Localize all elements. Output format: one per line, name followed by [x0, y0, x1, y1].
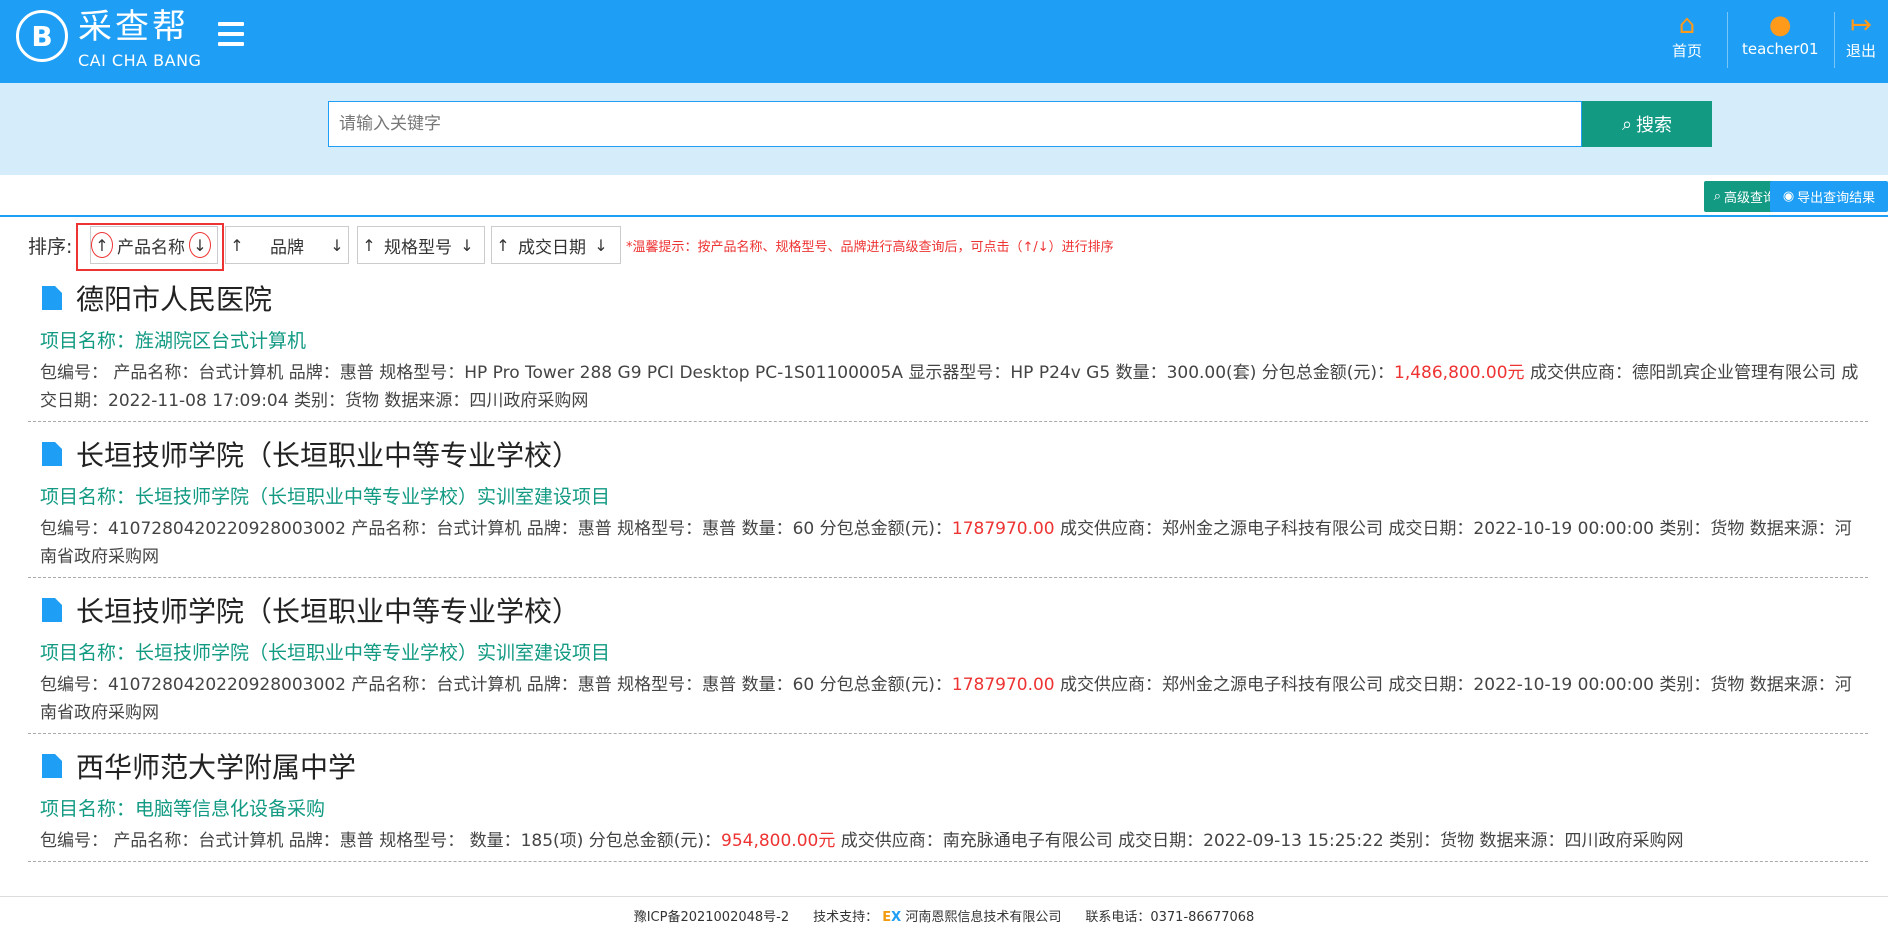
nav-divider: [1834, 12, 1835, 68]
search-button-label: 搜索: [1636, 115, 1673, 135]
result-project-link[interactable]: 项目名称：旌湖院区台式计算机: [40, 326, 1868, 353]
document-icon: [42, 754, 62, 778]
nav-home[interactable]: ⌂ 首页: [1672, 10, 1702, 61]
search-input[interactable]: [328, 101, 1582, 147]
export-results-label: 导出查询结果: [1797, 191, 1876, 206]
result-list: 德阳市人民医院 项目名称：旌湖院区台式计算机 包编号： 产品名称：台式计算机 品…: [28, 278, 1868, 874]
deal-amount: 1787970.00: [951, 519, 1055, 539]
result-detail: 包编号： 产品名称：台式计算机 品牌：惠普 规格型号：HP Pro Tower …: [28, 359, 1868, 415]
tech-support-label: 技术支持：: [813, 909, 879, 925]
result-detail: 包编号：4107280420220928003002 产品名称：台式计算机 品牌…: [28, 671, 1868, 727]
sort-option-label: 产品名称: [117, 237, 185, 258]
logout-icon: ↦: [1850, 10, 1872, 40]
sort-desc-icon[interactable]: ↓: [590, 234, 612, 256]
user-icon: ●: [1768, 10, 1792, 40]
sort-spec-model[interactable]: ↑ 规格型号 ↓: [357, 226, 485, 264]
result-detail: 包编号： 产品名称：台式计算机 品牌：惠普 规格型号： 数量：185(项) 分包…: [28, 827, 1868, 855]
advanced-query-label: 高级查询: [1723, 191, 1776, 206]
search-icon: ⌕: [1713, 189, 1721, 204]
result-title[interactable]: 西华师范大学附属中学: [76, 746, 356, 786]
company-name: 河南恩熙信息技术有限公司: [905, 909, 1062, 925]
sort-option-label: 成交日期: [518, 237, 586, 258]
sort-asc-icon[interactable]: ↑: [358, 234, 380, 256]
nav-divider: [1727, 12, 1728, 68]
sort-asc-icon[interactable]: ↑: [226, 234, 248, 256]
detail-text: 成交供应商：南充脉通电子有限公司 成交日期：2022-09-13 15:25:2…: [835, 831, 1684, 851]
sort-desc-icon[interactable]: ↓: [456, 234, 478, 256]
deal-amount: 954,800.00元: [721, 831, 836, 851]
brand-logo-icon[interactable]: B: [16, 10, 68, 62]
tech-support: 技术支持： EX 河南恩熙信息技术有限公司: [813, 906, 1061, 925]
export-results-button[interactable]: ◉ 导出查询结果: [1770, 181, 1888, 212]
result-project-link[interactable]: 项目名称：电脑等信息化设备采购: [40, 794, 1868, 821]
contact-phone: 联系电话：0371-86677068: [1085, 909, 1255, 925]
sort-product-name[interactable]: ↑ 产品名称 ↓: [90, 226, 218, 264]
search-icon: ⌕: [1621, 113, 1633, 134]
company-logo-icon: EX: [882, 909, 902, 925]
list-item: 长垣技师学院（长垣职业中等专业学校） 项目名称：长垣技师学院（长垣职业中等专业学…: [28, 434, 1868, 578]
detail-text: 包编号：4107280420220928003002 产品名称：台式计算机 品牌…: [40, 519, 952, 539]
sort-label: 排序:: [28, 236, 73, 258]
brand-name-cn: 采查帮: [78, 7, 189, 47]
result-title[interactable]: 长垣技师学院（长垣职业中等专业学校）: [76, 434, 580, 474]
nav-user[interactable]: ● teacher01: [1742, 10, 1819, 58]
sort-tip: *温馨提示：按产品名称、规格型号、品牌进行高级查询后，可点击（↑/↓）进行排序: [626, 240, 1114, 255]
nav-logout-label: 退出: [1846, 42, 1877, 60]
sort-option-label: 品牌: [270, 237, 304, 258]
icp-license[interactable]: 豫ICP备2021002048号-2: [634, 906, 789, 925]
result-detail: 包编号：4107280420220928003002 产品名称：台式计算机 品牌…: [28, 515, 1868, 571]
brand-name-en: CAI CHA BANG: [78, 51, 202, 70]
sort-desc-icon[interactable]: ↓: [326, 234, 348, 256]
result-project-link[interactable]: 项目名称：长垣技师学院（长垣职业中等专业学校）实训室建设项目: [40, 482, 1868, 509]
top-navbar: B 采查帮 CAI CHA BANG ⌂ 首页 ● teacher01 ↦ 退出: [0, 0, 1888, 83]
document-icon: [42, 598, 62, 622]
sort-brand[interactable]: ↑ 品牌 ↓: [225, 226, 349, 264]
nav-logout[interactable]: ↦ 退出: [1846, 10, 1876, 61]
sort-desc-icon[interactable]: ↓: [189, 232, 211, 258]
sort-asc-icon[interactable]: ↑: [91, 232, 113, 258]
sort-option-label: 规格型号: [384, 237, 452, 258]
search-band: ⌕ 搜索: [0, 83, 1888, 175]
hamburger-menu-icon[interactable]: [218, 22, 244, 46]
sort-asc-icon[interactable]: ↑: [492, 234, 514, 256]
result-title[interactable]: 长垣技师学院（长垣职业中等专业学校）: [76, 590, 580, 630]
list-item: 西华师范大学附属中学 项目名称：电脑等信息化设备采购 包编号： 产品名称：台式计…: [28, 746, 1868, 862]
result-toolbar: ⌕ 高级查询 ◉ 导出查询结果: [0, 175, 1888, 217]
nav-user-label: teacher01: [1742, 40, 1819, 58]
detail-text: 包编号： 产品名称：台式计算机 品牌：惠普 规格型号：HP Pro Tower …: [40, 363, 1394, 383]
result-project-link[interactable]: 项目名称：长垣技师学院（长垣职业中等专业学校）实训室建设项目: [40, 638, 1868, 665]
detail-text: 包编号： 产品名称：台式计算机 品牌：惠普 规格型号： 数量：185(项) 分包…: [40, 831, 721, 851]
sort-row: 排序: ↑ 产品名称 ↓ ↑ 品牌 ↓ ↑ 规格型号 ↓ ↑ 成交日期 ↓ *温…: [28, 222, 1868, 271]
detail-text: 包编号：4107280420220928003002 产品名称：台式计算机 品牌…: [40, 675, 952, 695]
sort-deal-date[interactable]: ↑ 成交日期 ↓: [491, 226, 621, 264]
eye-icon: ◉: [1782, 189, 1795, 204]
search-button[interactable]: ⌕ 搜索: [1582, 101, 1712, 147]
deal-amount: 1787970.00: [951, 675, 1055, 695]
list-item: 德阳市人民医院 项目名称：旌湖院区台式计算机 包编号： 产品名称：台式计算机 品…: [28, 278, 1868, 422]
document-icon: [42, 442, 62, 466]
home-icon: ⌂: [1678, 10, 1696, 40]
page-footer: 豫ICP备2021002048号-2 技术支持： EX 河南恩熙信息技术有限公司…: [0, 896, 1888, 933]
deal-amount: 1,486,800.00元: [1394, 363, 1525, 383]
result-title[interactable]: 德阳市人民医院: [76, 278, 272, 318]
document-icon: [42, 286, 62, 310]
nav-home-label: 首页: [1672, 42, 1703, 60]
list-item: 长垣技师学院（长垣职业中等专业学校） 项目名称：长垣技师学院（长垣职业中等专业学…: [28, 590, 1868, 734]
